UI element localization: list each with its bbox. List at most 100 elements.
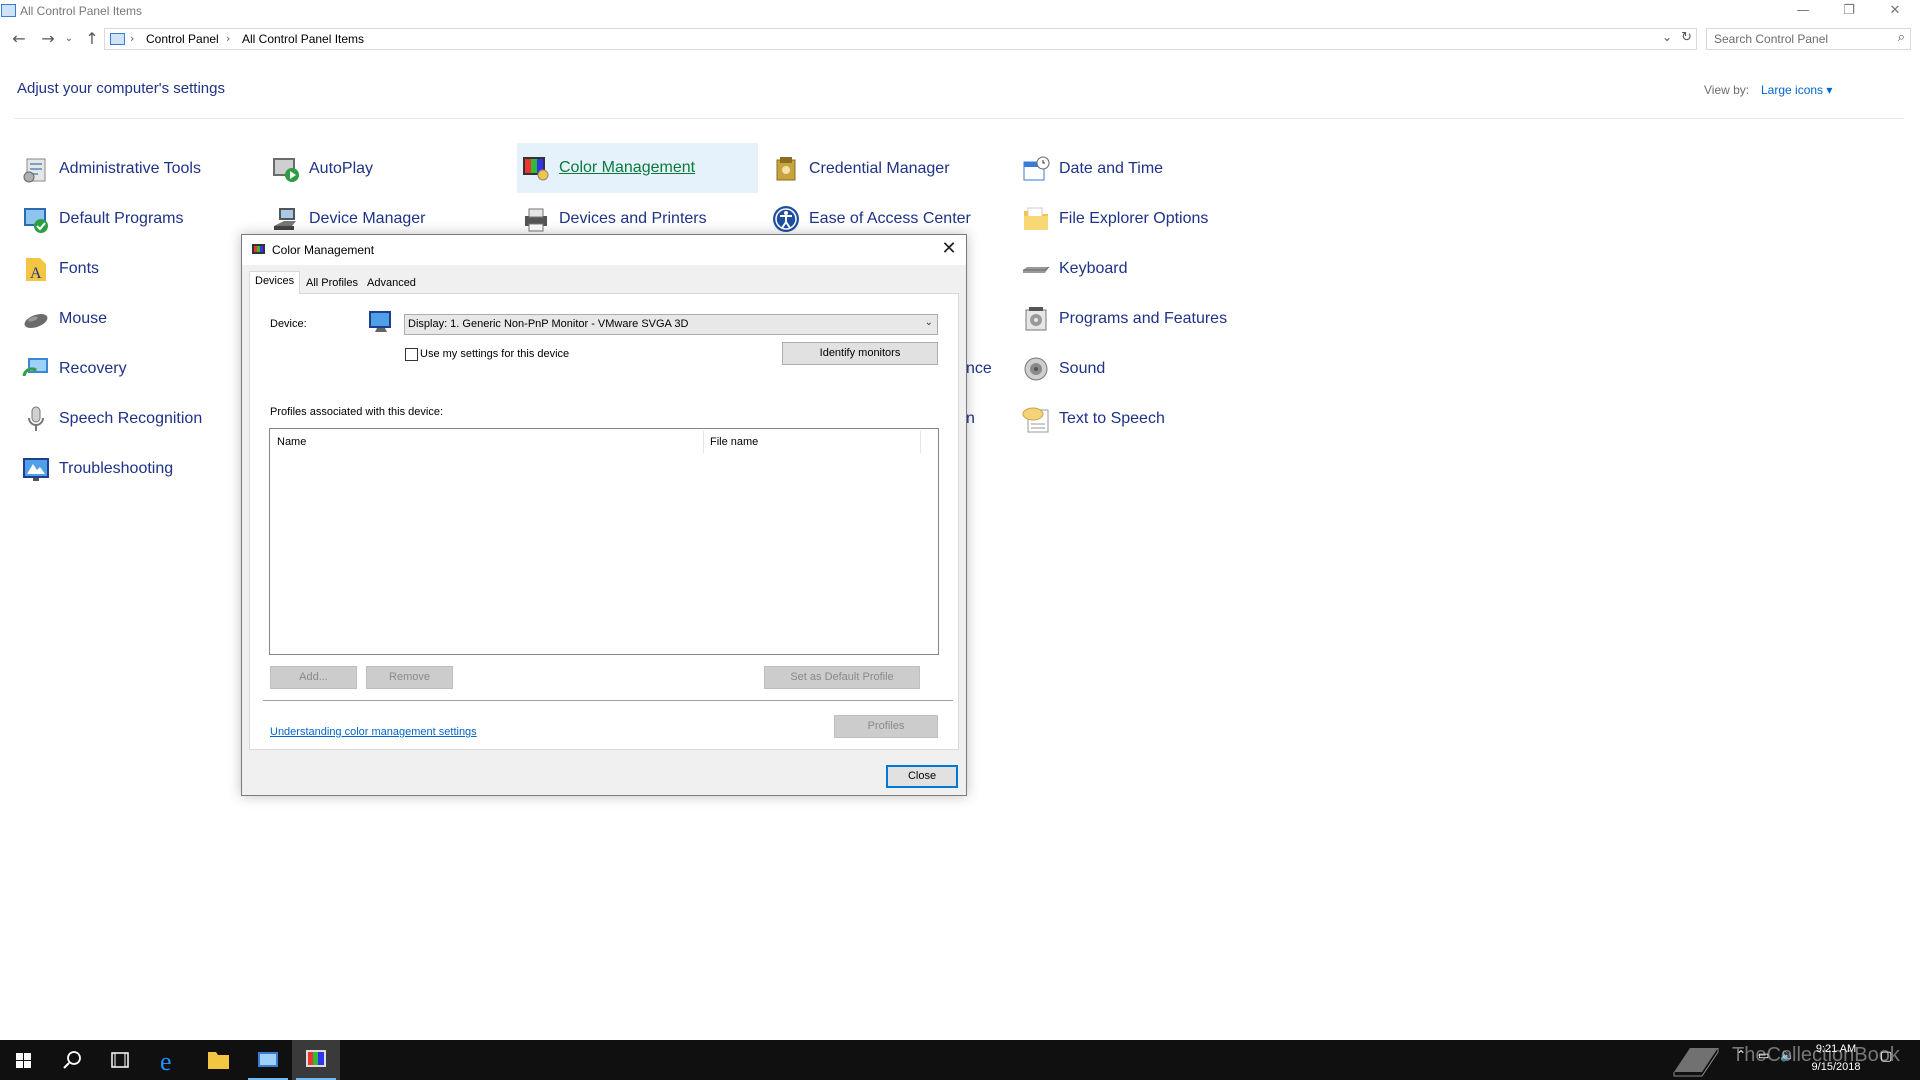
remove-profile-button[interactable]: Remove (366, 666, 453, 689)
cp-item-label: Fonts (59, 260, 100, 277)
cp-item-label: Sound (1059, 360, 1106, 377)
cp-item-label: Keyboard (1059, 260, 1128, 277)
recent-locations-chevron-icon[interactable]: ⌄ (62, 28, 76, 50)
use-my-settings-label[interactable]: Use my settings for this device (420, 348, 569, 360)
volume-muted-icon[interactable]: 🔈 (1780, 1048, 1795, 1062)
taskbar: e TheCollectionBook ⌃ ▭ 🔈 9:21 AM 9/15/2… (0, 1040, 1920, 1080)
address-bar[interactable]: › Control Panel › All Control Panel Item… (104, 28, 1697, 50)
color-management-icon (252, 244, 265, 254)
cp-item-recovery[interactable]: Recovery (17, 348, 242, 390)
svg-text:e: e (160, 1047, 172, 1076)
forward-arrow-icon[interactable]: → (37, 28, 59, 50)
control-panel-taskbar-button[interactable] (244, 1040, 292, 1080)
mouse-icon (24, 314, 48, 328)
search-icon[interactable]: ⌕ (1898, 30, 1905, 45)
profiles-associated-label: Profiles associated with this device: (270, 406, 444, 418)
minimize-button[interactable]: — (1780, 0, 1826, 22)
cp-item-keyboard[interactable]: Keyboard (1017, 248, 1267, 290)
programs-features-icon (1025, 307, 1047, 331)
cp-item-autoplay[interactable]: AutoPlay (267, 148, 507, 190)
troubleshooting-icon (23, 458, 49, 481)
cp-item-date-and-time[interactable]: Date and Time (1017, 148, 1267, 190)
close-button[interactable]: Close (886, 765, 958, 788)
cp-item-label: File Explorer Options (1059, 210, 1209, 227)
profiles-list[interactable]: Name File name (269, 428, 939, 655)
clock-time[interactable]: 9:21 AM (1806, 1043, 1866, 1055)
cp-item-text-to-speech[interactable]: Text to Speech (1017, 398, 1267, 440)
address-row: ← → ⌄ ↑ › Control Panel › All Control Pa… (0, 26, 1920, 52)
column-divider[interactable] (920, 431, 921, 453)
cp-item-label: Troubleshooting (59, 460, 174, 477)
device-label: Device: (270, 318, 307, 330)
control-panel-icon (258, 1052, 278, 1067)
tray-overflow-chevron-icon[interactable]: ⌃ (1736, 1048, 1746, 1062)
cp-item-color-management[interactable]: Color Management (517, 143, 758, 193)
text-to-speech-icon (1022, 407, 1049, 433)
cp-item-label: Programs and Features (1059, 310, 1228, 327)
cp-item-file-explorer-options[interactable]: File Explorer Options (1017, 198, 1267, 240)
identify-monitors-button[interactable]: Identify monitors (782, 342, 938, 365)
breadcrumb-all-items[interactable]: All Control Panel Items (242, 32, 364, 46)
address-dropdown-icon[interactable]: ⌄ (1662, 30, 1672, 44)
notifications-icon[interactable]: ▢ (1880, 1049, 1892, 1064)
restore-button[interactable]: ❐ (1826, 0, 1872, 22)
breadcrumb-separator-icon[interactable]: › (226, 32, 230, 45)
device-select-value: Display: 1. Generic Non-PnP Monitor - VM… (408, 318, 689, 330)
clock-date[interactable]: 9/15/2018 (1806, 1061, 1866, 1073)
help-link[interactable]: Understanding color management settings (270, 726, 477, 738)
up-arrow-icon[interactable]: ↑ (81, 28, 103, 50)
credential-manager-icon (776, 157, 796, 181)
window-title: All Control Panel Items (20, 4, 143, 18)
cp-item-label: AutoPlay (309, 160, 374, 177)
cp-item-default-programs[interactable]: Default Programs (17, 198, 242, 240)
back-arrow-icon[interactable]: ← (8, 28, 30, 50)
internet-explorer-button[interactable]: e (146, 1040, 194, 1080)
refresh-icon[interactable]: ↻ (1681, 30, 1692, 45)
breadcrumb-separator-icon[interactable]: › (130, 32, 134, 45)
cp-item-label: n (966, 410, 975, 427)
column-header-file-name[interactable]: File name (703, 429, 920, 455)
date-time-icon (1023, 156, 1050, 181)
cp-item-mouse[interactable]: Mouse (17, 298, 242, 340)
cp-item-troubleshooting[interactable]: Troubleshooting (17, 448, 242, 490)
column-header-name[interactable]: Name (270, 429, 703, 455)
profiles-button[interactable]: Profiles (834, 715, 938, 738)
cp-item-label: nce (966, 360, 992, 377)
default-programs-icon (24, 208, 48, 233)
network-icon[interactable]: ▭ (1758, 1048, 1769, 1062)
cp-item-administrative-tools[interactable]: Administrative Tools (17, 148, 242, 190)
set-default-profile-button[interactable]: Set as Default Profile (764, 666, 920, 689)
cp-item-credential-manager[interactable]: Credential Manager (767, 148, 1012, 190)
cp-item-label: Administrative Tools (59, 160, 201, 177)
tab-all-profiles[interactable]: All Profiles (300, 273, 364, 294)
use-my-settings-checkbox[interactable] (405, 348, 418, 361)
breadcrumb-control-panel[interactable]: Control Panel (146, 32, 219, 46)
search-input[interactable]: Search Control Panel ⌕ (1706, 28, 1911, 50)
windows-logo-icon (16, 1053, 31, 1068)
view-by-label: View by: (1704, 83, 1750, 97)
color-management-icon (523, 157, 549, 181)
cp-item-programs-and-features[interactable]: Programs and Features (1017, 298, 1267, 340)
fonts-icon: A (26, 258, 46, 282)
device-select[interactable]: Display: 1. Generic Non-PnP Monitor - VM… (404, 314, 938, 335)
close-window-button[interactable]: ✕ (1872, 0, 1918, 22)
recovery-icon (22, 358, 48, 377)
folder-icon (208, 1052, 229, 1069)
monitor-icon (369, 311, 391, 332)
add-profile-button[interactable]: Add... (270, 666, 357, 689)
administrative-tools-icon (23, 158, 46, 183)
file-explorer-button[interactable] (194, 1040, 242, 1080)
search-taskbar-button[interactable] (48, 1040, 96, 1080)
cp-item-speech-recognition[interactable]: Speech Recognition (17, 398, 242, 440)
cp-item-fonts[interactable]: A Fonts (17, 248, 242, 290)
color-management-taskbar-button[interactable] (292, 1040, 340, 1080)
sound-icon (1024, 357, 1048, 381)
dialog-titlebar: Color Management ✕ (242, 235, 966, 265)
tab-devices[interactable]: Devices (249, 271, 301, 294)
close-icon[interactable]: ✕ (932, 235, 966, 265)
cp-item-sound[interactable]: Sound (1017, 348, 1267, 390)
tab-advanced[interactable]: Advanced (361, 273, 422, 294)
view-by-dropdown[interactable]: Large icons ▾ (1761, 83, 1832, 97)
task-view-button[interactable] (96, 1040, 144, 1080)
start-button[interactable] (0, 1040, 48, 1080)
